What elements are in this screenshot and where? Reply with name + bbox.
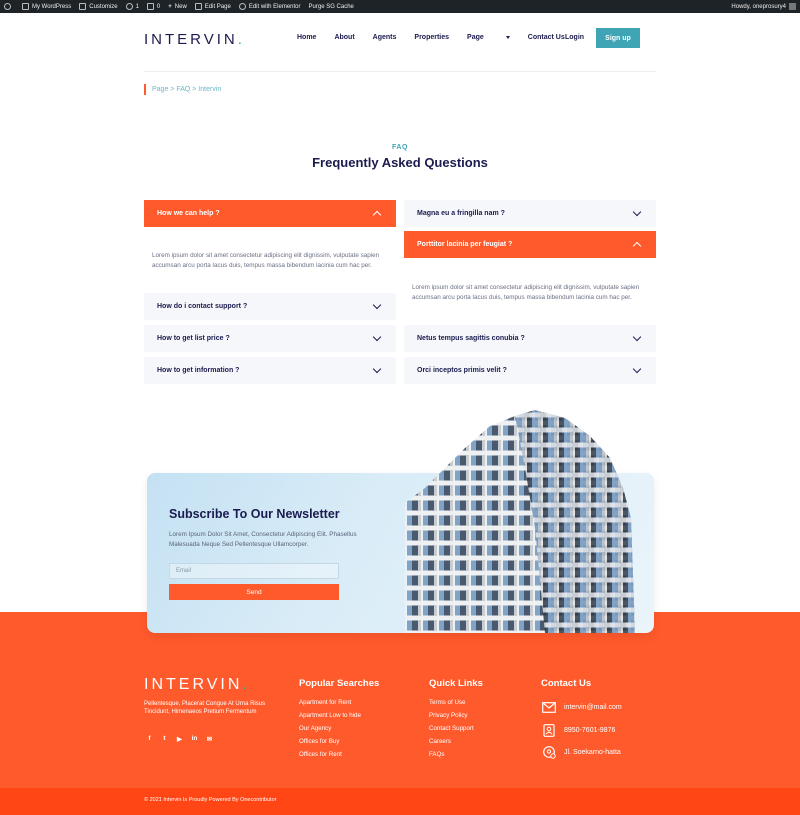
chevron-down-icon [632,207,642,217]
faq-item[interactable]: How do i contact support ? [144,293,396,320]
nav-agents[interactable]: Agents [373,34,397,41]
admin-new[interactable]: + New [168,4,187,10]
email-field[interactable]: Email [169,563,339,579]
section-tag: FAQ [392,144,408,151]
admin-updates[interactable]: 1 [125,3,139,10]
page-title: Frequently Asked Questions [312,155,488,170]
login-link[interactable]: Login [565,34,584,41]
send-button[interactable]: Send [169,584,339,600]
twitter-icon[interactable]: t [161,735,168,742]
footer-link[interactable]: Apartment for Rent [299,698,361,711]
footer-link[interactable]: Offices for Buy [299,737,361,750]
chevron-down-icon [372,332,382,342]
nav-properties[interactable]: Properties [414,34,449,41]
social-links: f t ▶ in ✉ [146,735,221,743]
contact-phone[interactable]: 8950-7601-9876 [542,723,615,737]
building-image [405,410,635,633]
phone-book-icon [542,723,556,737]
contact-email[interactable]: intervin@mail.com [542,701,622,713]
footer-logo[interactable]: INTERVIN. [144,676,250,694]
footer-link[interactable]: Careers [429,737,474,750]
youtube-icon[interactable]: ▶ [176,735,183,743]
nav-contact[interactable]: Contact Us [528,34,565,41]
footer [0,612,800,788]
admin-purge-cache[interactable]: Purge SG Cache [309,4,354,10]
faq-item[interactable]: Netus tempus sagittis conubia ? [404,325,656,352]
pencil-icon [194,3,202,10]
refresh-icon [125,3,133,10]
linkedin-icon[interactable]: in [191,735,198,742]
popular-searches-list: Apartment for Rent Apartment Low to hide… [299,698,361,763]
signup-button[interactable]: Sign up [596,28,640,48]
faq-item[interactable]: Magna eu a fringilla nam ? [404,200,656,227]
footer-link[interactable]: Terms of Use [429,698,474,711]
admin-edit-page[interactable]: Edit Page [194,3,231,10]
newsletter-title: Subscribe To Our Newsletter [169,507,340,521]
home-icon [22,3,29,10]
nav-about[interactable]: About [334,34,354,41]
footer-link[interactable]: Contact Support [429,724,474,737]
faq-item[interactable]: Porttitor lacinia per feugiat ? [404,231,656,258]
contact-title: Contact Us [541,678,592,689]
admin-my-wordpress[interactable]: My WordPress [22,3,71,10]
faq-answer: Lorem ipsum dolor sit amet consectetur a… [412,284,640,301]
quick-links-title: Quick Links [429,678,483,689]
chevron-down-icon [372,300,382,310]
admin-account[interactable]: Howdy, oneprosury4 [731,3,796,10]
footer-link[interactable]: Offices for Rent [299,750,361,763]
newsletter-text: Lorem Ipsum Dolor Sit Amet, Consectetur … [169,531,357,548]
mail-icon[interactable]: ✉ [206,735,213,743]
caret-down-icon [505,36,510,39]
location-pin-icon [542,745,556,759]
quick-links-list: Terms of Use Privacy Policy Contact Supp… [429,698,474,763]
facebook-icon[interactable]: f [146,735,153,742]
faq-item[interactable]: Orci inceptos primis velit ? [404,357,656,384]
comment-icon [146,3,154,10]
contact-address[interactable]: Jl. Soekarno-hatta [542,745,621,759]
admin-comments[interactable]: 0 [146,3,160,10]
footer-bottom-bar [0,788,800,815]
chevron-down-icon [632,364,642,374]
footer-link[interactable]: Apartment Low to hide [299,711,361,724]
wordpress-logo-icon[interactable] [4,3,14,10]
popular-searches-title: Popular Searches [299,678,380,689]
footer-link[interactable]: FAQs [429,750,474,763]
footer-link[interactable]: Our Agency [299,724,361,737]
copyright: © 2021 Intervin Is Proudly Powered By On… [144,797,277,803]
avatar [789,3,796,10]
wp-admin-bar: My WordPress Customize 1 0 + New Edit Pag… [0,0,800,13]
plus-icon: + [168,3,172,10]
elementor-icon [238,3,246,10]
brush-icon [79,3,87,10]
faq-item[interactable]: How to get information ? [144,357,396,384]
site-logo[interactable]: INTERVIN. [144,31,245,48]
chevron-down-icon [372,364,382,374]
main-nav: Home About Agents Properties Page Contac… [297,34,583,41]
nav-home[interactable]: Home [297,34,316,41]
faq-item[interactable]: How we can help ? [144,200,396,227]
breadcrumb: Page > FAQ > Intervin [144,84,221,95]
header-divider [144,71,656,72]
admin-customize[interactable]: Customize [79,3,118,10]
chevron-down-icon [632,332,642,342]
footer-link[interactable]: Privacy Policy [429,711,474,724]
footer-description: Pellentesque, Placerat Congue At Urna Ri… [144,701,266,715]
faq-item[interactable]: How to get list price ? [144,325,396,352]
chevron-up-icon [372,210,382,220]
chevron-up-icon [632,241,642,251]
faq-answer: Lorem ipsum dolor sit amet consectetur a… [152,252,380,269]
envelope-icon [542,701,556,713]
nav-page[interactable]: Page [467,34,510,41]
admin-edit-elementor[interactable]: Edit with Elementor [238,3,301,10]
